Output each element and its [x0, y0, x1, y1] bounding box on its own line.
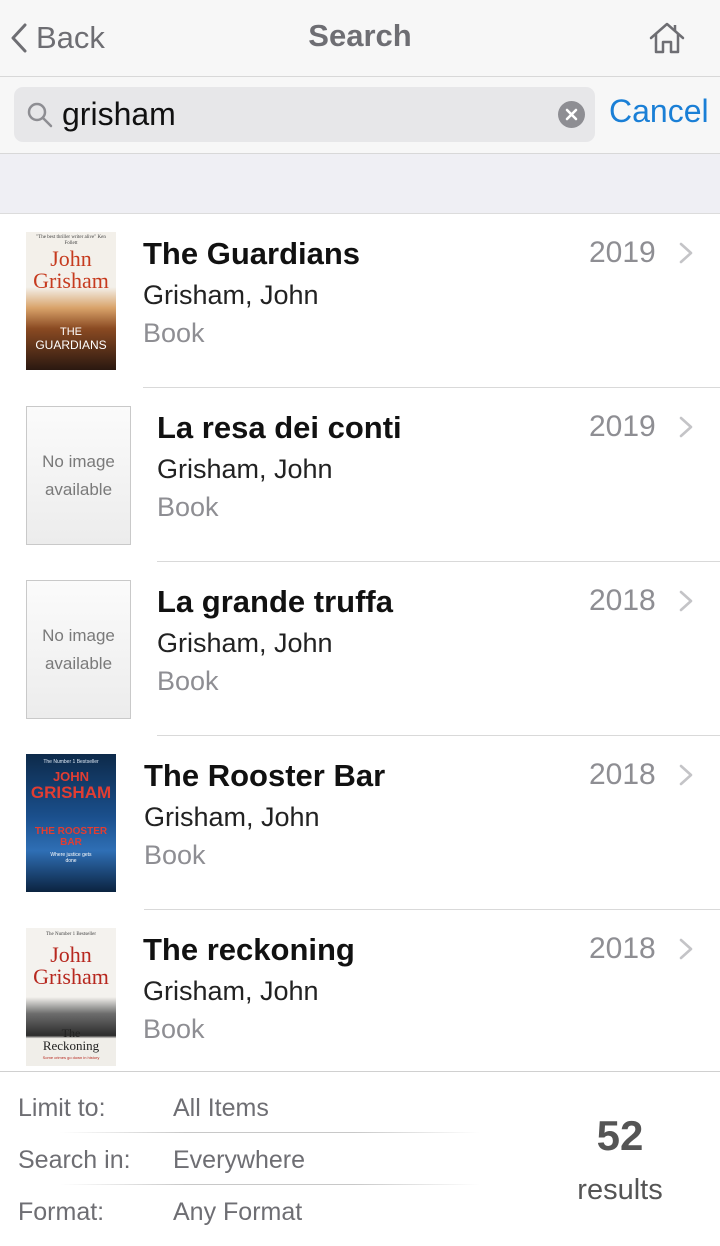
result-author: Grisham, John [157, 454, 333, 484]
book-cover: "The best thriller writer alive" Ken Fol… [26, 232, 116, 370]
book-cover: The Number 1 Bestseller John Grisham The… [26, 928, 116, 1066]
result-title: The Rooster Bar [144, 758, 386, 793]
result-format: Book [157, 492, 219, 522]
result-format: Book [144, 840, 206, 870]
result-year: 2018 [589, 932, 656, 965]
clear-search-button[interactable] [558, 101, 585, 128]
list-item[interactable]: The Number 1 Bestseller John Grisham The… [0, 910, 720, 1071]
result-year: 2019 [589, 410, 656, 443]
search-input[interactable] [62, 87, 542, 142]
result-year: 2018 [589, 584, 656, 617]
close-icon [565, 108, 578, 121]
results-list: "The best thriller writer alive" Ken Fol… [0, 214, 720, 1071]
result-title: The reckoning [143, 932, 355, 967]
result-year: 2018 [589, 758, 656, 791]
limit-to-value[interactable]: All Items [173, 1094, 269, 1123]
results-count-label: results [577, 1174, 663, 1206]
filter-divider [60, 1184, 480, 1185]
result-title: The Guardians [143, 236, 361, 271]
list-item[interactable]: The Number 1 Bestseller JOHN GRISHAM THE… [0, 736, 720, 910]
section-spacer [0, 154, 720, 214]
chevron-right-icon [679, 938, 693, 960]
limit-to-label: Limit to: [18, 1094, 106, 1122]
result-author: Grisham, John [157, 628, 333, 658]
result-format: Book [143, 318, 205, 348]
list-item[interactable]: "The best thriller writer alive" Ken Fol… [0, 214, 720, 388]
search-in-filter[interactable]: Search in: Everywhere [18, 1136, 488, 1188]
search-icon [27, 102, 53, 128]
page-title: Search [308, 18, 412, 53]
result-format: Book [157, 666, 219, 696]
search-in-label: Search in: [18, 1146, 131, 1174]
result-author: Grisham, John [144, 802, 320, 832]
search-field[interactable] [14, 87, 595, 142]
result-format: Book [143, 1014, 205, 1044]
limit-to-filter[interactable]: Limit to: All Items [18, 1084, 488, 1136]
search-in-value[interactable]: Everywhere [173, 1146, 305, 1175]
list-item[interactable]: No image available La grande truffa Gris… [0, 562, 720, 736]
format-filter[interactable]: Format: Any Format [18, 1188, 488, 1240]
result-year: 2019 [589, 236, 656, 269]
results-count: 52 [596, 1112, 644, 1159]
chevron-right-icon [679, 590, 693, 612]
chevron-right-icon [679, 242, 693, 264]
chevron-right-icon [679, 764, 693, 786]
no-image-placeholder: No image available [26, 580, 131, 719]
search-bar: Cancel [0, 77, 720, 154]
result-title: La grande truffa [157, 584, 393, 619]
no-image-placeholder: No image available [26, 406, 131, 545]
home-icon[interactable] [648, 20, 686, 56]
book-cover: The Number 1 Bestseller JOHN GRISHAM THE… [26, 754, 116, 892]
filter-divider [60, 1132, 480, 1133]
chevron-left-icon [11, 23, 27, 53]
chevron-right-icon [679, 416, 693, 438]
back-button[interactable]: Back [10, 16, 105, 60]
list-item[interactable]: No image available La resa dei conti Gri… [0, 388, 720, 562]
cancel-button[interactable]: Cancel [609, 93, 709, 130]
navigation-bar: Back Search [0, 0, 720, 77]
result-title: La resa dei conti [157, 410, 402, 445]
back-label: Back [36, 20, 105, 55]
result-author: Grisham, John [143, 280, 319, 310]
format-label: Format: [18, 1198, 105, 1226]
search-filters-footer: Limit to: All Items Search in: Everywher… [0, 1071, 720, 1246]
format-value[interactable]: Any Format [173, 1198, 302, 1227]
result-author: Grisham, John [143, 976, 319, 1006]
